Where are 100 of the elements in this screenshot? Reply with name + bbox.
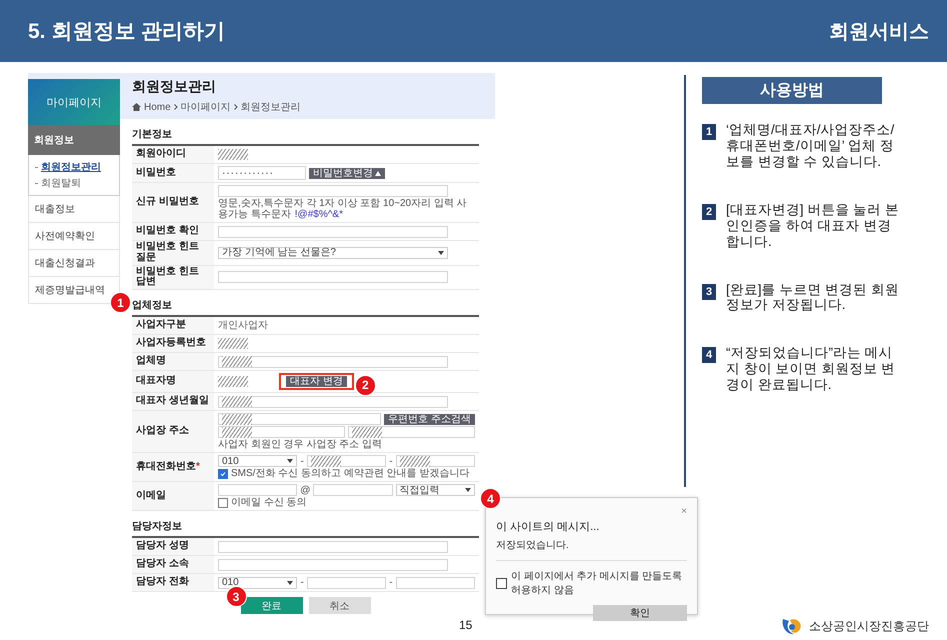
ok-button[interactable]: 확인 bbox=[593, 605, 687, 621]
step-text: ‘업체명/대표자/사업장주소/휴대폰번호/이메일’ 업체 정보를 변경할 수 있습니다. bbox=[726, 122, 896, 170]
hatched-mask bbox=[218, 149, 248, 160]
field-label: 사업장 주소 bbox=[136, 426, 189, 438]
input-field[interactable] bbox=[218, 426, 345, 438]
step-text: [완료]를 누르면 변경된 회원정보가 저장됩니다. bbox=[726, 282, 900, 314]
hatched-mask bbox=[222, 396, 252, 408]
input-field[interactable] bbox=[218, 271, 448, 284]
hatched-mask bbox=[218, 338, 248, 350]
triangle-up-icon bbox=[375, 170, 381, 176]
checkbox[interactable] bbox=[218, 498, 228, 508]
section-heading: 업체정보 bbox=[132, 300, 172, 312]
password-field[interactable]: ············ bbox=[218, 166, 306, 180]
home-icon bbox=[132, 103, 141, 111]
dropdown[interactable]: 직접입력 bbox=[396, 484, 475, 496]
sidebar-item[interactable]: 대출정보 bbox=[28, 196, 120, 223]
field-label: 신규 비밀번호 bbox=[136, 197, 199, 208]
dropdown[interactable]: 가장 기억에 남는 선물은? bbox=[218, 246, 448, 259]
separator-text: - bbox=[389, 577, 393, 588]
input-field[interactable] bbox=[218, 356, 448, 368]
hatched-mask bbox=[222, 356, 252, 368]
instructions-title: 사용방법 bbox=[702, 77, 882, 104]
input-field[interactable] bbox=[396, 576, 475, 589]
action-button[interactable]: 우편번호 주소검색 bbox=[384, 414, 475, 425]
callout-number: 2 bbox=[354, 375, 376, 396]
breadcrumb-link[interactable]: Home bbox=[144, 102, 171, 112]
submenu-item[interactable]: 회원탈퇴 bbox=[35, 176, 113, 190]
input-field[interactable] bbox=[218, 558, 448, 571]
step-number: 4 bbox=[702, 347, 716, 364]
field-label: 비밀번호 힌트 질문 bbox=[136, 242, 200, 264]
sidebar-title: 마이페이지 bbox=[28, 79, 120, 125]
hatched-mask bbox=[218, 376, 248, 388]
input-field[interactable] bbox=[313, 484, 393, 496]
separator-text: - bbox=[300, 456, 304, 467]
dropdown[interactable]: 010 bbox=[218, 455, 298, 468]
section-heading: 기본정보 bbox=[132, 129, 172, 140]
field-label: 업체명 bbox=[136, 356, 166, 368]
field-label: 비밀번호 힌트 답변 bbox=[136, 266, 200, 288]
hatched-mask bbox=[222, 414, 252, 425]
hatched-mask bbox=[400, 456, 430, 467]
breadcrumb-link[interactable]: 회원정보관리 bbox=[240, 100, 301, 114]
page-heading: 회원정보관리 bbox=[132, 78, 217, 96]
submit-button[interactable]: 완료 bbox=[240, 597, 302, 614]
step-text: [대표자변경] 버튼을 눌러 본인인증을 하여 대표자 변경합니다. bbox=[726, 202, 900, 250]
checkbox[interactable] bbox=[496, 578, 507, 588]
close-button[interactable]: × bbox=[681, 506, 687, 517]
sidebar-item[interactable]: 대출신청결과 bbox=[28, 250, 120, 277]
field-label: 회원아이디 bbox=[136, 149, 186, 160]
input-field[interactable] bbox=[306, 455, 386, 468]
hatched-mask bbox=[352, 426, 382, 438]
callout-number: 1 bbox=[110, 292, 131, 314]
field-label: 대표자명 bbox=[136, 376, 176, 388]
checkbox-label: SMS/전화 수신 동의하고 예약관련 안내를 받겠습니다 bbox=[231, 468, 470, 480]
dialog-title: 이 사이트의 메시지... bbox=[496, 520, 600, 534]
page-title: 5. 회원정보 관리하기 bbox=[28, 19, 226, 45]
input-field[interactable] bbox=[218, 540, 448, 553]
hint-text: 사업자 회원인 경우 사업장 주소 입력 bbox=[218, 439, 382, 450]
checkbox[interactable] bbox=[218, 468, 228, 479]
sidebar-group[interactable]: 회원정보 bbox=[28, 125, 120, 155]
field-label: 사업자구분 bbox=[136, 320, 186, 332]
chevron-down-icon bbox=[438, 250, 444, 255]
section-heading: 담당자정보 bbox=[132, 521, 182, 532]
chevron-right-icon bbox=[234, 104, 238, 110]
separator-text: @ bbox=[300, 484, 310, 496]
step-number: 1 bbox=[702, 124, 716, 140]
callout-number: 4 bbox=[480, 488, 501, 509]
cancel-button[interactable]: 취소 bbox=[308, 597, 370, 614]
input-field[interactable] bbox=[218, 185, 448, 197]
submenu-item[interactable]: 회원정보관리 bbox=[35, 160, 113, 174]
chevron-right-icon bbox=[174, 104, 178, 110]
field-label: 담당자 전화 bbox=[136, 577, 189, 588]
sidebar-item[interactable]: 사전예약확인 bbox=[28, 223, 120, 250]
step-text: “저장되었습니다”라는 메시지 창이 보이면 회원정보 변경이 완료됩니다. bbox=[726, 345, 896, 394]
chevron-down-icon bbox=[287, 580, 294, 585]
input-field[interactable] bbox=[348, 426, 475, 438]
field-label: 이메일 bbox=[136, 490, 166, 502]
organization-name: 소상공인시장진흥공단 bbox=[809, 618, 929, 634]
action-button[interactable]: 비밀번호변경 bbox=[309, 168, 385, 178]
dropdown[interactable]: 010 bbox=[218, 576, 298, 589]
input-field[interactable] bbox=[218, 484, 298, 496]
input-field[interactable] bbox=[306, 576, 386, 589]
chevron-down-icon bbox=[465, 488, 471, 492]
section-title: 회원서비스 bbox=[829, 20, 929, 44]
field-label: 담당자 성명 bbox=[136, 541, 189, 552]
step-number: 3 bbox=[702, 284, 716, 300]
hatched-mask bbox=[222, 426, 252, 438]
input-field[interactable] bbox=[396, 455, 475, 468]
field-label: 비밀번호 bbox=[136, 168, 176, 178]
action-button[interactable]: 대표자 변경 bbox=[286, 376, 347, 388]
hatched-mask bbox=[310, 456, 341, 467]
checkbox-label: 이 페이지에서 추가 메시지를 만들도록 허용하지 않음 bbox=[511, 570, 684, 597]
input-field[interactable] bbox=[218, 396, 448, 408]
input-field[interactable] bbox=[218, 226, 448, 238]
field-label: 사업자등록번호 bbox=[136, 338, 206, 350]
hint-text: 영문,숫자,특수문자 각 1자 이상 포함 10~20자리 입력 사용가능 특수문자 !@#$%^&* bbox=[218, 198, 468, 220]
field-label: 담당자 소속 bbox=[136, 559, 189, 570]
field-label: 휴대전화번호* bbox=[136, 462, 200, 473]
chevron-down-icon bbox=[287, 459, 294, 464]
breadcrumb-link[interactable]: 마이페이지 bbox=[180, 100, 231, 114]
input-field[interactable] bbox=[218, 413, 382, 426]
